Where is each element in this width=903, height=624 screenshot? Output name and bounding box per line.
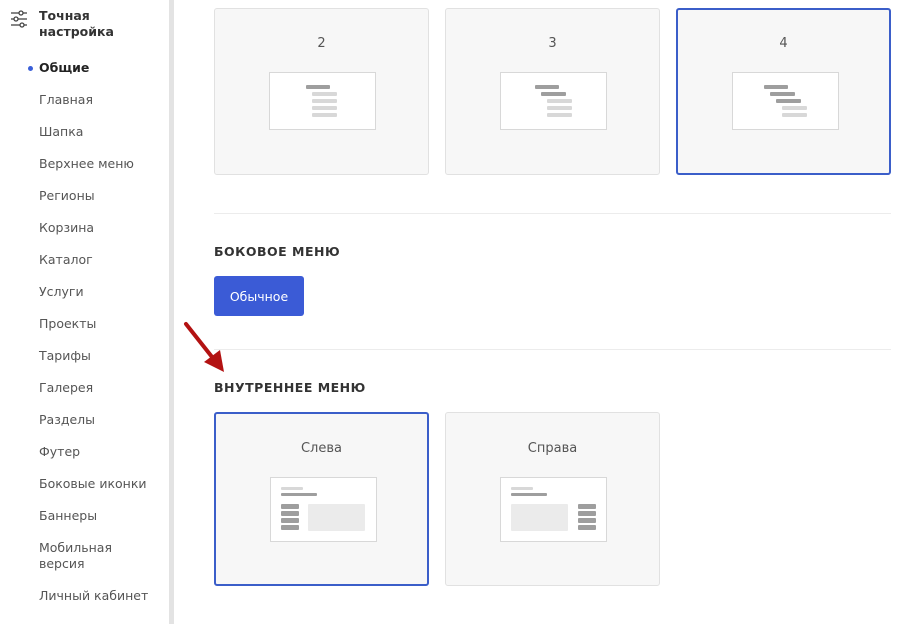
sidebar-item-cart[interactable]: Корзина: [0, 220, 168, 252]
section-divider: [214, 349, 891, 350]
sidebar-item-regions[interactable]: Регионы: [0, 188, 168, 220]
sidebar-item-general[interactable]: Общие: [0, 60, 168, 92]
sidebar-item-catalog[interactable]: Каталог: [0, 252, 168, 284]
inner-menu-right-card[interactable]: Справа: [445, 412, 660, 586]
side-menu-normal-button[interactable]: Обычное: [214, 276, 304, 316]
sidebar-item-label: Личный кабинет: [39, 588, 149, 603]
sidebar-item-label: Футер: [39, 444, 81, 459]
sidebar-item-label: Разделы: [39, 412, 96, 427]
sidebar-item-mobile[interactable]: Мобильная версия: [0, 540, 168, 588]
option-preview: [269, 72, 376, 130]
sidebar-nav: Общие Главная Шапка Верхнее меню Регионы…: [0, 60, 168, 620]
sidebar-item-label: Мобильная версия: [39, 540, 112, 571]
option-card-3[interactable]: 3: [445, 8, 660, 175]
sidebar-item-services[interactable]: Услуги: [0, 284, 168, 316]
option-preview: [500, 477, 607, 542]
inner-menu-left-card[interactable]: Слева: [214, 412, 429, 586]
active-dot: [28, 66, 33, 71]
option-preview: [500, 72, 607, 130]
sidebar-item-banners[interactable]: Баннеры: [0, 508, 168, 540]
sidebar-item-label: Корзина: [39, 220, 95, 235]
option-label: 3: [548, 36, 557, 51]
sidebar-item-footer[interactable]: Футер: [0, 444, 168, 476]
option-label: 2: [317, 36, 326, 51]
sidebar-item-label: Баннеры: [39, 508, 98, 523]
side-menu-title: БОКОВОЕ МЕНЮ: [214, 244, 341, 259]
red-arrow-icon: [184, 322, 224, 372]
inner-menu-title: ВНУТРЕННЕЕ МЕНЮ: [214, 380, 366, 395]
sidebar-item-label: Главная: [39, 92, 93, 107]
sidebar-header: Точная настройка: [10, 8, 139, 40]
sidebar-item-label: Верхнее меню: [39, 156, 134, 171]
sliders-icon: [11, 10, 27, 28]
option-card-2[interactable]: 2: [214, 8, 429, 175]
option-preview: [732, 72, 839, 130]
sidebar-item-label: Регионы: [39, 188, 95, 203]
sidebar-item-label: Шапка: [39, 124, 84, 139]
sidebar-item-top-menu[interactable]: Верхнее меню: [0, 156, 168, 188]
sidebar-item-main[interactable]: Главная: [0, 92, 168, 124]
sidebar-item-tariffs[interactable]: Тарифы: [0, 348, 168, 380]
sidebar-item-projects[interactable]: Проекты: [0, 316, 168, 348]
sidebar-item-label: Проекты: [39, 316, 97, 331]
sidebar-item-header[interactable]: Шапка: [0, 124, 168, 156]
option-label: Справа: [527, 441, 578, 456]
sidebar-item-account[interactable]: Личный кабинет: [0, 588, 168, 620]
sidebar-item-label: Услуги: [39, 284, 84, 299]
sidebar-title: Точная настройка: [39, 8, 114, 39]
sidebar-item-label: Тарифы: [39, 348, 91, 363]
sidebar: Точная настройка Общие Главная Шапка Вер…: [0, 0, 170, 624]
sidebar-item-label: Каталог: [39, 252, 93, 267]
sidebar-item-label: Боковые иконки: [39, 476, 147, 491]
sidebar-item-label: Общие: [39, 60, 90, 75]
section-divider: [214, 213, 891, 214]
sidebar-item-side-icons[interactable]: Боковые иконки: [0, 476, 168, 508]
option-label: Слева: [300, 441, 342, 456]
option-label: 4: [779, 36, 788, 51]
sidebar-item-label: Галерея: [39, 380, 94, 395]
sidebar-item-gallery[interactable]: Галерея: [0, 380, 168, 412]
option-card-4[interactable]: 4: [676, 8, 891, 175]
sidebar-item-sections[interactable]: Разделы: [0, 412, 168, 444]
sidebar-scrollbar[interactable]: [169, 0, 174, 624]
option-preview: [270, 477, 377, 542]
